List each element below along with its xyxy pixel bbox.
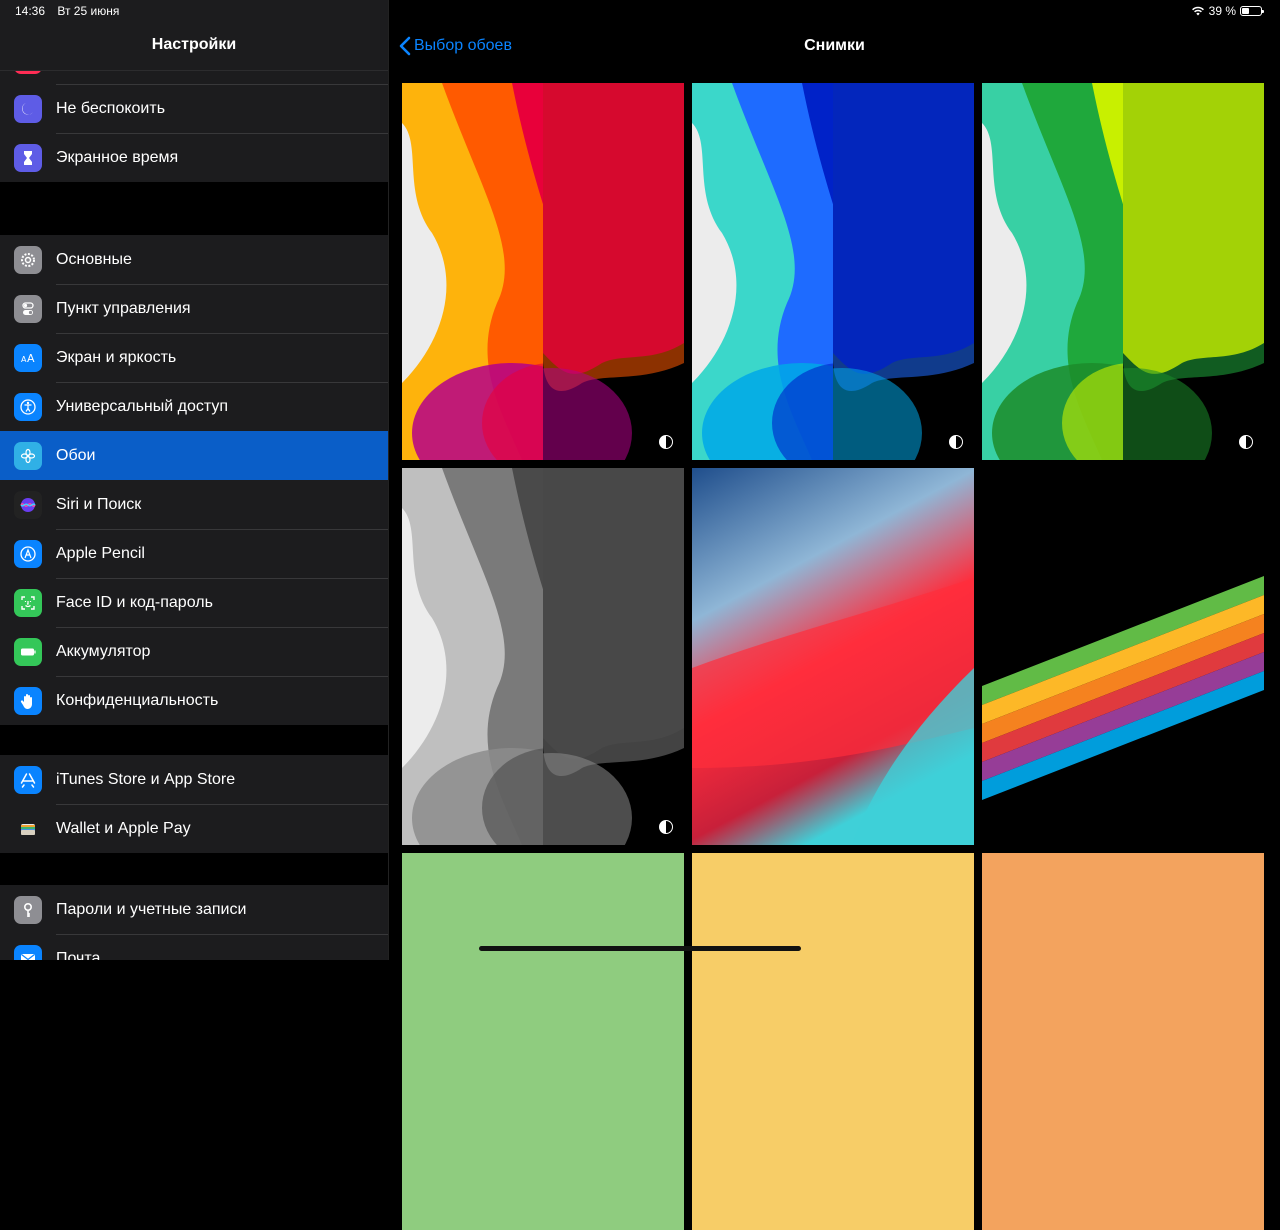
status-time: 14:36 <box>15 4 46 18</box>
wallpaper-ios13-blue[interactable] <box>692 83 974 460</box>
sidebar-item-text-size[interactable]: A A Экран и яркость <box>0 333 388 382</box>
wallpaper-ios13-gray[interactable] <box>402 468 684 845</box>
status-bar-left: 14:36 Вт 25 июня <box>15 4 119 18</box>
page-title: Снимки <box>804 37 865 54</box>
wallpaper-ios12-red-blue[interactable] <box>692 468 974 845</box>
toggles-icon <box>14 294 42 323</box>
sidebar-item-key[interactable]: Пароли и учетные записи <box>0 885 388 934</box>
status-bar-right: 39 % <box>1191 4 1264 18</box>
sidebar-item-label: Почта <box>56 949 101 961</box>
settings-group: Пароли и учетные записи Почта <box>0 885 388 960</box>
sidebar-item-gear[interactable]: Основные <box>0 235 388 284</box>
sidebar-item-siri[interactable]: Siri и Поиск <box>0 480 388 529</box>
sidebar-item-app-store[interactable]: iTunes Store и App Store <box>0 755 388 804</box>
wallpaper-solid-yellow[interactable] <box>692 853 974 1230</box>
sidebar-item-moon[interactable]: Не беспокоить <box>0 84 388 133</box>
sidebar-item-wallpaper-flower[interactable]: Обои <box>0 431 388 480</box>
sidebar-item-label: iTunes Store и App Store <box>56 770 236 788</box>
svg-text:A: A <box>27 352 35 365</box>
sidebar-item-label: Пункт управления <box>56 299 191 317</box>
dark-appearance-icon <box>1239 435 1253 449</box>
siri-icon <box>14 490 42 519</box>
sidebar-item-label: Универсальный доступ <box>56 397 229 415</box>
sidebar-item-battery[interactable]: Аккумулятор <box>0 627 388 676</box>
hand-icon <box>14 686 42 715</box>
sidebar-item-hand[interactable]: Конфиденциальность <box>0 676 388 725</box>
wifi-icon <box>1191 6 1204 16</box>
sidebar-item-label: Основные <box>56 250 132 268</box>
sidebar-item-label: Конфиденциальность <box>56 691 219 709</box>
sidebar-item-label: Face ID и код-пароль <box>56 593 213 611</box>
sidebar-item-label: Apple Pencil <box>56 544 145 562</box>
settings-group: Основные Пункт управления A A Экран и яркост… <box>0 235 388 725</box>
settings-group: iTunes Store и App Store Wallet и Apple P… <box>0 755 388 853</box>
face-id-icon <box>14 588 42 617</box>
sidebar-item-label: Экранное время <box>56 148 179 166</box>
sidebar-item-toggles[interactable]: Пункт управления <box>0 284 388 333</box>
dark-appearance-icon <box>659 435 673 449</box>
wallpaper-ios13-green[interactable] <box>982 83 1264 460</box>
sidebar-item-pencil[interactable]: Apple Pencil <box>0 529 388 578</box>
status-date: Вт 25 июня <box>57 4 120 18</box>
sidebar-item-mail[interactable]: Почта <box>0 934 388 960</box>
sidebar-item-label: Siri и Поиск <box>56 495 142 513</box>
battery-status-icon <box>1240 6 1264 16</box>
wallpaper-flower-icon <box>14 441 42 470</box>
pencil-icon <box>14 539 42 568</box>
wallpaper-stills-pane: Выбор обоев Снимки <box>389 0 1280 1230</box>
sidebar-item-face-id[interactable]: Face ID и код-пароль <box>0 578 388 627</box>
home-indicator <box>479 946 801 951</box>
key-icon <box>14 895 42 924</box>
gear-icon <box>14 245 42 274</box>
dark-appearance-icon <box>659 820 673 834</box>
settings-sidebar[interactable]: Настройки ЗвукиНе беспокоитьЭкранное вре… <box>0 0 389 960</box>
sidebar-item-wallet[interactable]: Wallet и Apple Pay <box>0 804 388 853</box>
sidebar-item-label: Wallet и Apple Pay <box>56 819 191 837</box>
battery-percent: 39 % <box>1208 4 1236 18</box>
battery-icon <box>14 637 42 666</box>
wallpaper-ios13-orange[interactable] <box>402 83 684 460</box>
sidebar-title: Настройки <box>151 36 237 53</box>
hourglass-icon <box>14 143 42 172</box>
accessibility-icon <box>14 392 42 421</box>
dark-appearance-icon <box>949 435 963 449</box>
sidebar-item-hourglass[interactable]: Экранное время <box>0 133 388 182</box>
mail-icon <box>14 944 42 960</box>
wallpaper-solid-green[interactable] <box>402 853 684 1230</box>
sidebar-item-label: Экран и яркость <box>56 348 177 366</box>
text-size-icon: AA <box>14 343 42 372</box>
sidebar-item-label: Пароли и учетные записи <box>56 900 247 918</box>
sidebar-item-label: Не беспокоить <box>56 99 166 117</box>
sidebar-item-accessibility[interactable]: Универсальный доступ <box>0 382 388 431</box>
wallpaper-solid-orange[interactable] <box>982 853 1264 1230</box>
sidebar-item-label: Аккумулятор <box>56 642 151 660</box>
wallpaper-rainbow-stripes[interactable] <box>982 468 1264 845</box>
sidebar-item-label: Обои <box>56 446 96 464</box>
moon-icon <box>14 94 42 123</box>
wallet-icon <box>14 814 42 843</box>
app-store-icon <box>14 765 42 794</box>
